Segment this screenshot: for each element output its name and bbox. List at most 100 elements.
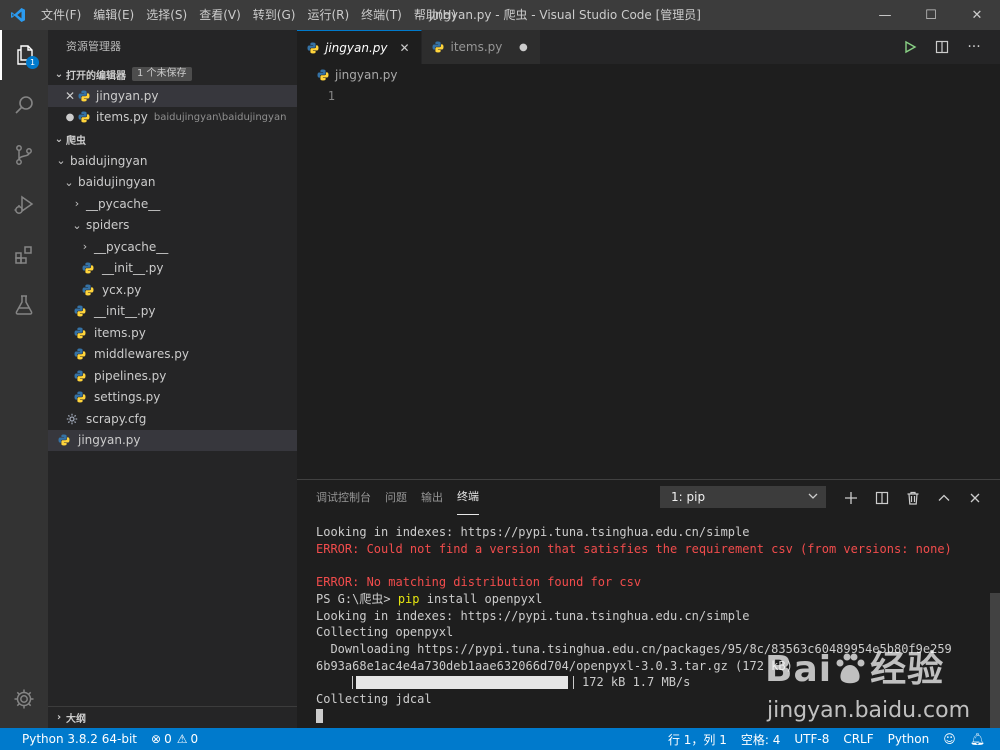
run-debug-icon[interactable] [0, 180, 48, 230]
tab-problems[interactable]: 问题 [385, 480, 407, 515]
terminal-scrollbar[interactable] [990, 593, 1000, 729]
run-icon[interactable] [894, 40, 926, 54]
python-file-icon [74, 305, 86, 317]
tree-file[interactable]: ycx.py [48, 279, 297, 301]
terminal-select[interactable]: 1: pip [660, 486, 826, 508]
tab-items[interactable]: items.py ● [422, 30, 542, 64]
close-window-button[interactable]: ✕ [954, 0, 1000, 30]
python-file-icon [82, 262, 94, 274]
tree-file[interactable]: __init__.py [48, 258, 297, 280]
tab-terminal[interactable]: 终端 [457, 487, 479, 515]
tree-file[interactable]: scrapy.cfg [48, 408, 297, 430]
feedback-icon[interactable]: ☺ [936, 732, 963, 746]
terminal-error-line: ERROR: No matching distribution found fo… [316, 575, 642, 590]
tree-item-label: baidujingyan [70, 153, 148, 168]
status-left: Python 3.8.2 64-bit ⊗ 0 ⚠ 0 [0, 732, 205, 746]
close-icon[interactable]: ✕ [397, 41, 411, 55]
more-icon[interactable]: ··· [958, 39, 990, 55]
tab-output[interactable]: 输出 [421, 480, 443, 515]
menu-go[interactable]: 转到(G) [247, 0, 302, 30]
open-editor-item[interactable]: ✕ jingyan.py [48, 85, 297, 107]
python-file-icon [74, 327, 86, 339]
gear-icon[interactable] [0, 674, 48, 724]
menu-run[interactable]: 运行(R) [301, 0, 355, 30]
code-line[interactable]: 1 [297, 86, 1000, 105]
menu-edit[interactable]: 编辑(E) [87, 0, 140, 30]
folder-label: 爬虫 [66, 135, 86, 147]
cursor-position[interactable]: 行 1，列 1 [661, 731, 734, 748]
unsaved-dot-icon[interactable]: ● [516, 42, 530, 53]
split-terminal-icon[interactable] [866, 491, 897, 505]
breadcrumb-file[interactable]: jingyan.py [335, 68, 397, 82]
tree-file[interactable]: pipelines.py [48, 365, 297, 387]
language-mode[interactable]: Python [881, 732, 937, 746]
terminal-output[interactable]: Looking in indexes: https://pypi.tuna.ts… [316, 524, 986, 724]
indentation[interactable]: 空格: 4 [734, 731, 788, 748]
search-icon[interactable] [0, 80, 48, 130]
editor-actions: ··· [894, 30, 990, 64]
breadcrumb[interactable]: jingyan.py [297, 64, 1000, 86]
tree-folder[interactable]: ⌄ baidujingyan [48, 150, 297, 172]
minimize-button[interactable]: — [862, 0, 908, 30]
maximize-button[interactable]: ☐ [908, 0, 954, 30]
source-control-icon[interactable] [0, 130, 48, 180]
chevron-right-icon: › [74, 197, 80, 211]
outline-header[interactable]: › 大纲 [48, 706, 297, 728]
trash-icon[interactable] [897, 491, 928, 505]
python-file-icon [74, 391, 86, 403]
terminal-line: Downloading https://pypi.tuna.tsinghua.e… [316, 641, 952, 656]
chevron-down-icon: ⌄ [54, 68, 64, 80]
file-tree: ⌄ baidujingyan ⌄ baidujingyan › __pycache__ ⌄ s… [48, 150, 297, 451]
folder-header[interactable]: ⌄ 爬虫 [48, 128, 297, 150]
panel-header: 调试控制台 问题 输出 终端 1: pip [297, 480, 1000, 515]
tree-file[interactable]: items.py [48, 322, 297, 344]
tree-item-label: __init__.py [94, 304, 156, 319]
python-file-icon [317, 69, 329, 81]
tree-item-label: pipelines.py [94, 368, 167, 383]
tree-file[interactable]: __init__.py [48, 301, 297, 323]
tree-folder[interactable]: › __pycache__ [48, 236, 297, 258]
chevron-right-icon: › [56, 712, 62, 723]
chevron-down-icon: ⌄ [56, 154, 66, 168]
add-terminal-icon[interactable] [835, 491, 866, 505]
tree-folder[interactable]: ⌄ baidujingyan [48, 172, 297, 194]
menu-selection[interactable]: 选择(S) [140, 0, 193, 30]
bell-icon[interactable]: 🔔︎ [963, 732, 992, 746]
python-file-icon [432, 41, 444, 53]
unsaved-dot-icon[interactable]: ● [62, 112, 78, 123]
close-icon[interactable] [959, 491, 990, 505]
tab-debug-console[interactable]: 调试控制台 [316, 480, 371, 515]
open-editor-label: jingyan.py [96, 88, 159, 103]
testing-icon[interactable] [0, 280, 48, 330]
tree-file[interactable]: jingyan.py [48, 429, 297, 451]
unsaved-badge: 1 个未保存 [132, 67, 192, 81]
tab-jingyan[interactable]: jingyan.py ✕ [297, 30, 423, 64]
encoding[interactable]: UTF-8 [787, 732, 836, 746]
extensions-icon[interactable] [0, 230, 48, 280]
open-editor-item[interactable]: ● items.py baidujingyan\baidujingyan [48, 107, 297, 129]
tree-item-label: items.py [94, 325, 146, 340]
close-icon[interactable]: ✕ [62, 89, 78, 103]
tree-item-label: scrapy.cfg [86, 411, 147, 426]
tree-file[interactable]: middlewares.py [48, 344, 297, 366]
terminal-line: 6b93a68e1ac4e4a730deb1aae632066d704/open… [316, 658, 793, 673]
status-bar: Python 3.8.2 64-bit ⊗ 0 ⚠ 0 行 1，列 1 空格: … [0, 728, 1000, 750]
maximize-panel-icon[interactable] [928, 491, 959, 505]
end-of-line[interactable]: CRLF [836, 732, 880, 746]
tree-folder[interactable]: ⌄ spiders [48, 215, 297, 237]
tree-folder[interactable]: › __pycache__ [48, 193, 297, 215]
open-editors-header[interactable]: ⌄ 打开的编辑器 1 个未保存 [48, 63, 297, 85]
split-editor-icon[interactable] [926, 40, 958, 54]
menu-file[interactable]: 文件(F) [35, 0, 87, 30]
menu-help[interactable]: 帮助(H) [408, 0, 462, 30]
terminal-progress-line: 172 kB 1.7 MB/s [316, 674, 986, 691]
menu-terminal[interactable]: 终端(T) [355, 0, 408, 30]
tree-file[interactable]: settings.py [48, 387, 297, 409]
explorer-icon[interactable]: 1 [0, 30, 48, 80]
python-interpreter[interactable]: Python 3.8.2 64-bit [15, 732, 144, 746]
tree-item-label: __pycache__ [86, 196, 161, 211]
terminal-line: Collecting openpyxl [316, 625, 454, 640]
menu-view[interactable]: 查看(V) [193, 0, 247, 30]
problems-indicator[interactable]: ⊗ 0 ⚠ 0 [144, 732, 205, 746]
